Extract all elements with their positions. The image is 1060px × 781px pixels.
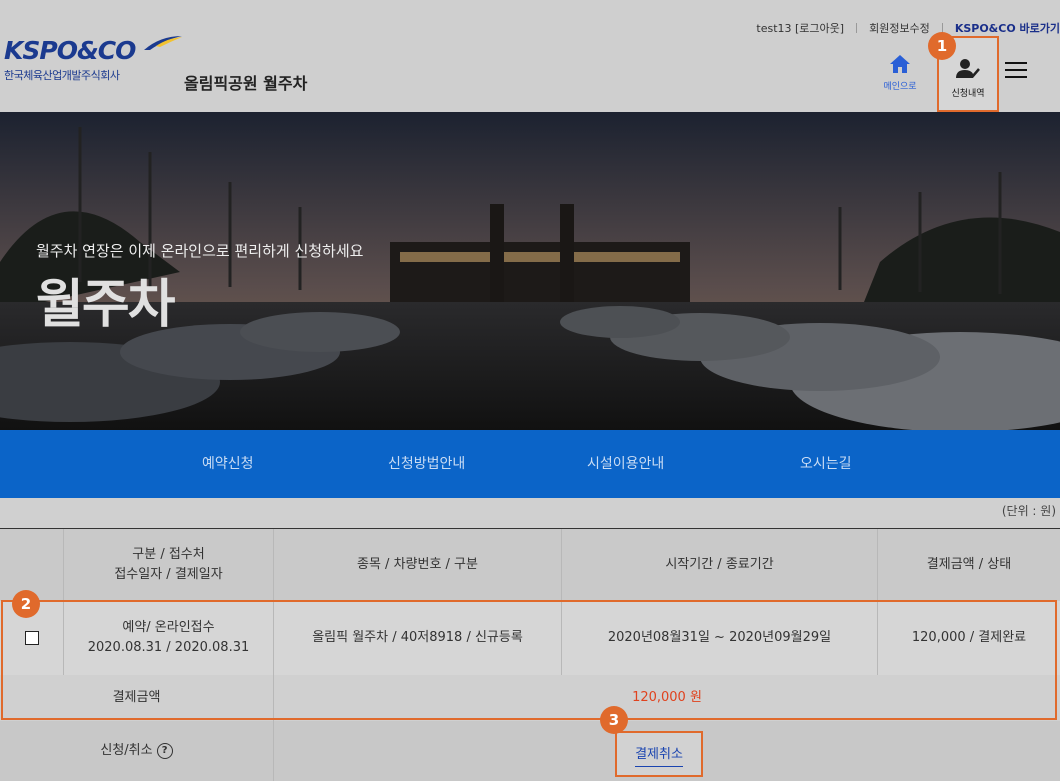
home-button[interactable]: 메인으로 [876,54,924,92]
row-type-line2: 2020.08.31 / 2020.08.31 [87,640,250,655]
logo-wordmark: KSPO&CO [4,36,136,65]
cancel-row: 신청/취소 ? [0,721,1060,781]
payment-total-row: 결제금액 120,000 원 [0,675,1060,722]
main-nav: 예약신청 신청방법안내 시설이용안내 오시는길 [0,430,1060,498]
hero-banner: 월주차 연장은 이제 온라인으로 편리하게 신청하세요 월주차 [0,112,1060,430]
header-cell-select [0,529,64,601]
history-button-label: 신청내역 [951,89,985,99]
row-item-cell: 올림픽 월주차 / 40저8918 / 신규등록 [274,601,562,675]
nav-item-facility[interactable]: 시설이용안내 [587,430,664,498]
hero-title: 월주차 [36,275,176,335]
header-cell-period: 시작기간 / 종료기간 [562,529,878,601]
kspo-logo[interactable]: KSPO&CO 한국체육산업개발주식회사 [4,36,182,83]
nav-item-reservation[interactable]: 예약신청 [202,430,254,498]
logo-corp-name: 한국체육산업개발주식회사 [4,69,120,82]
logo-swoosh-icon [144,36,182,50]
user-logout-link[interactable]: test13 [로그아웃] [756,20,844,36]
row-checkbox[interactable] [24,631,39,645]
step-marker-2: 2 [12,590,40,618]
payment-cancel-label: 결제취소 [635,743,683,767]
header-type-line1: 구분 / 접수처 [132,547,205,562]
step-marker-3: 3 [600,706,628,734]
row-amount-cell: 120,000 / 결제완료 [911,630,1027,645]
user-check-icon [956,59,980,78]
table-row: 예약/ 온라인접수 2020.08.31 / 2020.08.31 올림픽 월주… [0,601,1060,676]
history-content: (단위 : 원) 구분 / 접수처 접수일자 / 결제일자 종목 / 차량번호 … [0,498,1060,781]
header-cell-type: 구분 / 접수처 접수일자 / 결제일자 [64,529,274,601]
history-table: 구분 / 접수처 접수일자 / 결제일자 종목 / 차량번호 / 구분 시작기간… [0,528,1060,781]
row-period-cell: 2020년08월31일 ~ 2020년09월29일 [562,601,878,675]
payment-cancel-button[interactable]: 결제취소 [615,731,703,777]
home-icon [890,55,910,73]
edit-profile-link[interactable]: 회원정보수정 [869,20,930,36]
hamburger-menu-icon[interactable] [1005,62,1027,80]
hero-subtitle: 월주차 연장은 이제 온라인으로 편리하게 신청하세요 [36,242,364,260]
site-title: 올림픽공원 월주차 [184,74,308,93]
home-button-label: 메인으로 [883,82,917,92]
header-cell-item: 종목 / 차량번호 / 구분 [274,529,562,601]
row-type-line1: 예약/ 온라인접수 [122,620,215,635]
utility-links: test13 [로그아웃] 회원정보수정 KSPO&CO 바로가기 [756,20,1060,36]
payment-total-label: 결제금액 [0,675,274,721]
step-marker-1: 1 [928,32,956,60]
table-header-row: 구분 / 접수처 접수일자 / 결제일자 종목 / 차량번호 / 구분 시작기간… [0,529,1060,602]
nav-item-guide[interactable]: 신청방법안내 [388,430,465,498]
divider [856,23,858,33]
unit-label: (단위 : 원) [1001,504,1056,518]
site-header: test13 [로그아웃] 회원정보수정 KSPO&CO 바로가기 KSPO&C… [0,0,1060,112]
cancel-row-label-cell: 신청/취소 ? [0,721,274,781]
header-type-line2: 접수일자 / 결제일자 [114,567,223,582]
cancel-row-label: 신청/취소 [100,743,153,758]
header-cell-amount: 결제금액 / 상태 [926,557,1012,572]
payment-total-value: 120,000 원 [632,690,702,705]
kspo-shortcut-link[interactable]: KSPO&CO 바로가기 [955,20,1060,36]
help-icon[interactable]: ? [156,743,173,759]
row-type-cell: 예약/ 온라인접수 2020.08.31 / 2020.08.31 [64,601,274,675]
nav-item-directions[interactable]: 오시는길 [800,430,852,498]
